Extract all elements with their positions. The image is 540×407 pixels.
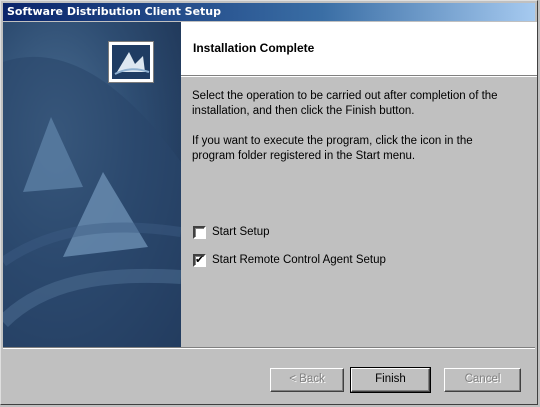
start-setup-checkbox[interactable]: Start Setup	[193, 226, 533, 242]
page-title: Installation Complete	[193, 41, 315, 55]
instruction-text: Select the operation to be carried out a…	[192, 90, 498, 117]
checkbox-label[interactable]: Start Remote Control Agent Setup	[212, 254, 386, 267]
back-button[interactable]: < Back	[270, 368, 344, 392]
sail-graphic-icon	[3, 56, 181, 347]
checkbox-box[interactable]: ✔	[193, 254, 206, 267]
checkbox-label[interactable]: Start Setup	[212, 226, 270, 239]
window-title: Software Distribution Client Setup	[7, 5, 222, 18]
checkbox-box[interactable]	[193, 226, 206, 239]
wizard-header: Installation Complete	[181, 22, 537, 75]
title-bar[interactable]: Software Distribution Client Setup	[3, 3, 535, 21]
finish-button[interactable]: Finish	[350, 367, 431, 393]
side-banner-image	[3, 22, 181, 347]
footer-divider	[3, 347, 535, 349]
cancel-button[interactable]: Cancel	[444, 368, 521, 392]
header-divider	[181, 75, 537, 77]
setup-window: Software Distribution Client Setup Insta…	[0, 0, 538, 405]
info-text: If you want to execute the program, clic…	[192, 135, 473, 162]
app-logo-icon	[108, 41, 154, 83]
start-remote-control-checkbox[interactable]: ✔ Start Remote Control Agent Setup	[193, 254, 533, 270]
